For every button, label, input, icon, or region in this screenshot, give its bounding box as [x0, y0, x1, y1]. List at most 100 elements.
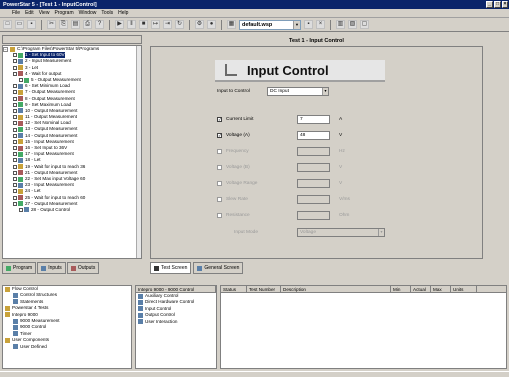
tree-item-checkbox[interactable] — [13, 139, 17, 144]
tree-item-checkbox[interactable] — [13, 127, 17, 132]
tree-item-checkbox[interactable] — [13, 146, 17, 151]
window-icon[interactable]: ▢ — [360, 20, 369, 29]
field-checkbox[interactable] — [217, 165, 222, 170]
tree-item-checkbox[interactable] — [13, 158, 17, 163]
field-input[interactable]: 48 — [297, 131, 330, 140]
field-checkbox[interactable] — [217, 213, 222, 218]
field-checkbox[interactable] — [217, 197, 222, 202]
field-input[interactable]: 7 — [297, 115, 330, 124]
tree-item-checkbox[interactable] — [13, 115, 17, 120]
tree-item-checkbox[interactable] — [13, 152, 17, 157]
menu-window[interactable]: Window — [79, 10, 97, 16]
field-input[interactable] — [297, 179, 330, 188]
input-control-icon — [225, 64, 237, 76]
menu-help[interactable]: Help — [118, 10, 128, 16]
tree-item-checkbox[interactable] — [13, 108, 17, 113]
minimize-button[interactable]: _ — [486, 1, 493, 8]
field-unit: V — [339, 181, 343, 186]
tree-item-checkbox[interactable] — [13, 65, 17, 70]
tree-item-checkbox[interactable] — [13, 164, 17, 169]
workspace-save-icon[interactable]: ▪ — [304, 20, 313, 29]
tree-item-checkbox[interactable] — [13, 133, 17, 138]
tree-item-checkbox[interactable] — [13, 84, 17, 89]
close-button[interactable]: × — [502, 1, 508, 8]
tree-scrollbar[interactable] — [136, 46, 141, 258]
maximize-button[interactable]: □ — [494, 1, 501, 8]
tree-item-checkbox[interactable] — [13, 183, 17, 188]
tree-item-checkbox[interactable] — [13, 201, 17, 206]
tree-item-checkbox[interactable] — [19, 78, 23, 83]
menu-tools[interactable]: Tools — [101, 10, 113, 16]
run-icon[interactable]: ▶ — [115, 20, 124, 29]
grid-column-header[interactable]: Actual — [411, 286, 431, 292]
cut-icon[interactable]: ✂ — [47, 20, 56, 29]
field-input[interactable] — [297, 147, 330, 156]
input-to-control-select[interactable]: DC Input ▼ — [267, 87, 329, 96]
tile-icon[interactable]: ▥ — [336, 20, 345, 29]
stop-icon[interactable]: ■ — [139, 20, 148, 29]
tree-item-checkbox[interactable] — [13, 59, 17, 64]
folder-icon — [10, 46, 15, 52]
workspace-delete-icon[interactable]: × — [316, 20, 325, 29]
grid-column-header[interactable]: Status — [221, 286, 247, 292]
field-input[interactable] — [297, 163, 330, 172]
new-icon[interactable]: □ — [3, 20, 12, 29]
tree-item-checkbox[interactable] — [13, 71, 17, 76]
paste-icon[interactable]: ▤ — [71, 20, 80, 29]
library-tree-item[interactable]: User Defined — [3, 344, 131, 350]
chevron-down-icon[interactable]: ▼ — [378, 229, 384, 236]
field-input[interactable] — [297, 195, 330, 204]
field-checkbox[interactable]: ✓ — [217, 117, 222, 122]
workspace-combo[interactable]: default.wsp ▼ — [239, 19, 301, 30]
tree-item-checkbox[interactable] — [13, 170, 17, 175]
field-checkbox[interactable] — [217, 181, 222, 186]
open-icon[interactable]: ▭ — [15, 20, 24, 29]
tree-item-checkbox[interactable] — [13, 177, 17, 182]
field-checkbox[interactable]: ✓ — [217, 133, 222, 138]
field-checkbox[interactable] — [217, 149, 222, 154]
help-icon[interactable]: ? — [95, 20, 104, 29]
tab-outputs[interactable]: Outputs — [66, 262, 100, 274]
component-icon — [13, 325, 18, 331]
library-list-item[interactable]: User Interaction — [136, 319, 216, 325]
field-input[interactable] — [297, 211, 330, 220]
chevron-down-icon[interactable]: ▼ — [293, 20, 300, 29]
collapse-icon[interactable]: − — [3, 46, 8, 52]
tree-item-checkbox[interactable] — [13, 189, 17, 194]
tab-program[interactable]: Program — [2, 262, 37, 274]
record-icon[interactable]: ● — [207, 20, 216, 29]
pause-icon[interactable]: ‖ — [127, 20, 136, 29]
save-icon[interactable]: ▪ — [27, 20, 36, 29]
tab-test-screen[interactable]: Test Screen — [150, 262, 192, 274]
tab-general-screen[interactable]: General Screen — [193, 262, 244, 274]
grid-column-header[interactable]: Max — [431, 286, 451, 292]
tree-item-checkbox[interactable] — [13, 53, 17, 58]
tree-item-checkbox[interactable] — [13, 96, 17, 101]
cascade-icon[interactable]: ▧ — [348, 20, 357, 29]
grid-column-header[interactable]: Min — [391, 286, 411, 292]
tree-item[interactable]: 28 - Output Control — [3, 207, 141, 213]
chevron-down-icon[interactable]: ▼ — [322, 88, 328, 95]
grid-column-header[interactable]: Description — [281, 286, 391, 292]
settings-icon[interactable]: ⚙ — [195, 20, 204, 29]
grid-column-header[interactable]: Test Number — [247, 286, 281, 292]
tree-item-checkbox[interactable] — [19, 207, 23, 212]
loop-icon[interactable]: ↻ — [175, 20, 184, 29]
step-into-icon[interactable]: ⇥ — [163, 20, 172, 29]
tree-item-checkbox[interactable] — [13, 195, 17, 200]
grid-column-header[interactable]: Units — [451, 286, 477, 292]
input-mode-select[interactable]: Voltage ▼ — [297, 228, 385, 237]
menu-program[interactable]: Program — [54, 10, 73, 16]
tab-inputs[interactable]: Inputs — [37, 262, 66, 274]
menu-file[interactable]: File — [12, 10, 20, 16]
field-label: Resistance — [226, 213, 250, 218]
tree-item-checkbox[interactable] — [13, 90, 17, 95]
tree-item-checkbox[interactable] — [13, 102, 17, 107]
print-icon[interactable]: ⎙ — [83, 20, 92, 29]
step-icon[interactable]: ↦ — [151, 20, 160, 29]
copy-icon[interactable]: ⎘ — [59, 20, 68, 29]
menu-view[interactable]: View — [39, 10, 50, 16]
workspace-icon[interactable]: ▦ — [227, 20, 236, 29]
menu-edit[interactable]: Edit — [25, 10, 34, 16]
tree-item-checkbox[interactable] — [13, 121, 17, 126]
